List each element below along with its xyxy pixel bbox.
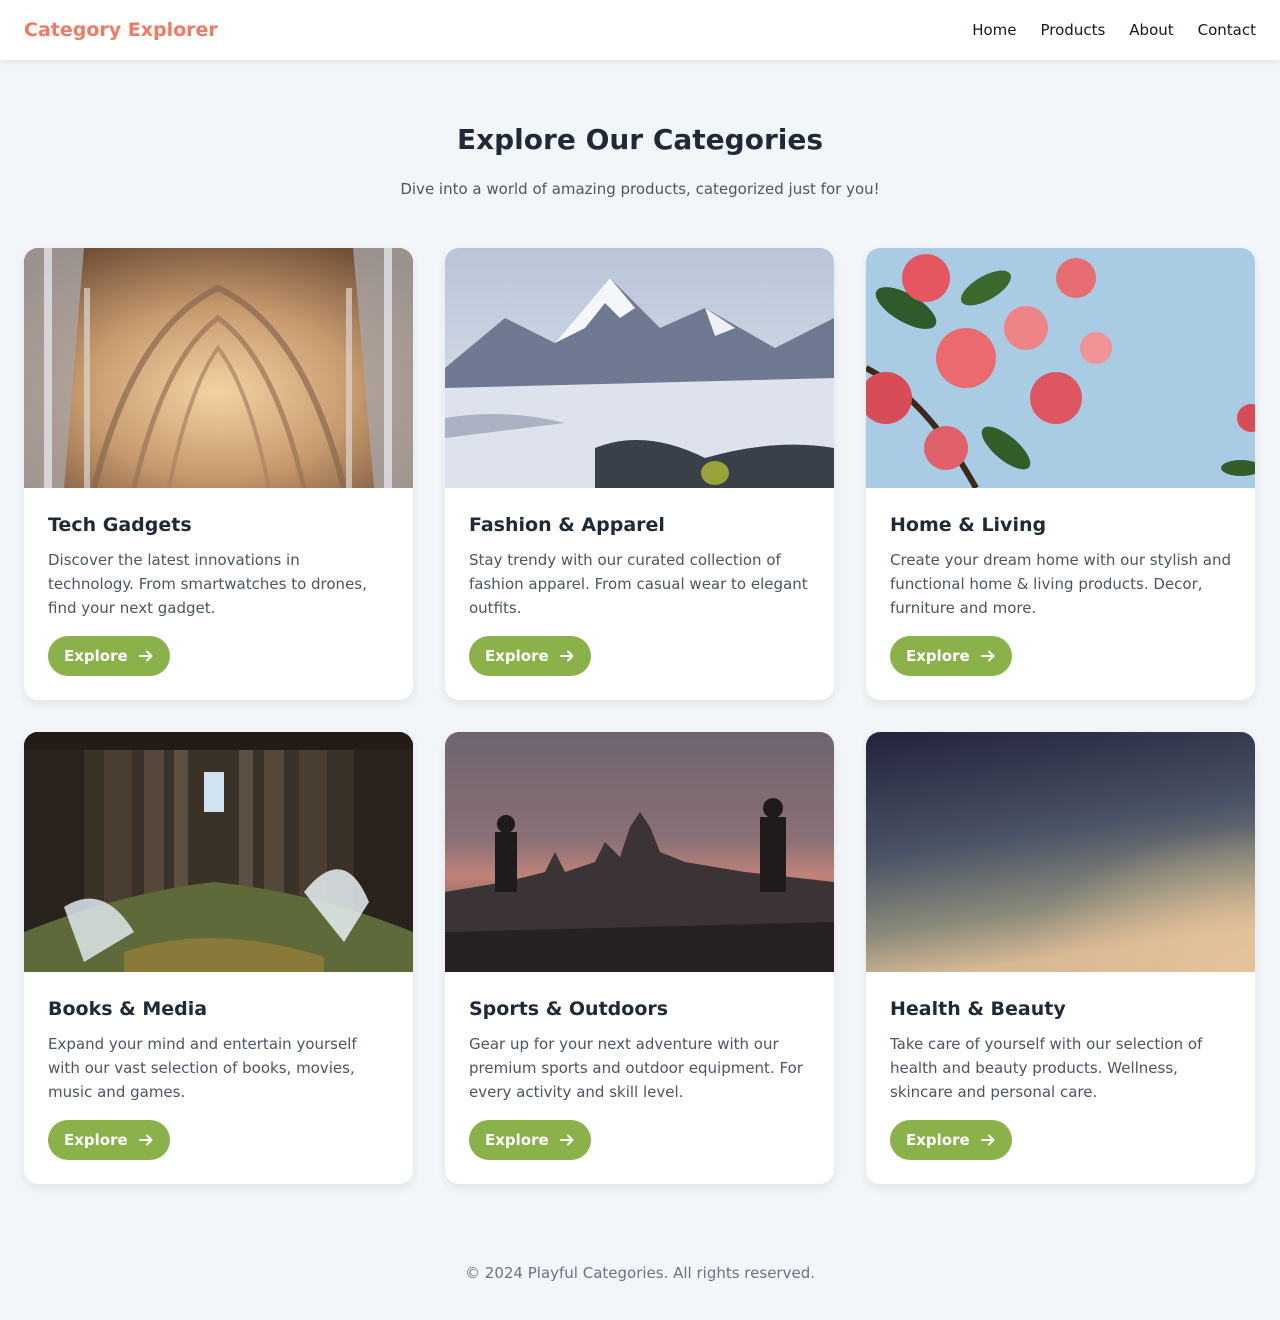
category-card-tech-gadgets: Tech Gadgets Discover the latest innovat… (24, 248, 413, 700)
explore-button-label: Explore (64, 1131, 128, 1149)
gradient-sky-image (866, 732, 1255, 972)
arrow-right-icon (559, 650, 574, 662)
card-body: Home & Living Create your dream home wit… (866, 488, 1255, 700)
nav-link-products[interactable]: Products (1041, 21, 1106, 39)
pink-flowers-image (866, 248, 1255, 488)
card-description: Stay trendy with our curated collection … (469, 551, 808, 617)
nav-links: Home Products About Contact (972, 21, 1256, 39)
explore-button[interactable]: Explore (48, 1120, 170, 1160)
explore-button-label: Explore (485, 1131, 549, 1149)
card-description: Discover the latest innovations in techn… (48, 551, 367, 617)
explore-button-label: Explore (906, 647, 970, 665)
category-card-sports-outdoors: Sports & Outdoors Gear up for your next … (445, 732, 834, 1184)
page-subtitle: Dive into a world of amazing products, c… (400, 180, 880, 198)
category-card-books-media: Books & Media Expand your mind and enter… (24, 732, 413, 1184)
card-title: Home & Living (890, 514, 1047, 536)
card-title: Sports & Outdoors (469, 998, 669, 1020)
card-body: Tech Gadgets Discover the latest innovat… (24, 488, 413, 700)
category-card-health-beauty: Health & Beauty Take care of yourself wi… (866, 732, 1255, 1184)
nav-link-home[interactable]: Home (972, 21, 1016, 39)
card-title: Health & Beauty (890, 998, 1066, 1020)
card-title: Books & Media (48, 998, 208, 1020)
footer-copyright: © 2024 Playful Categories. All rights re… (465, 1264, 815, 1282)
card-body: Books & Media Expand your mind and enter… (24, 972, 413, 1184)
card-title: Tech Gadgets (48, 514, 192, 536)
cathedral-arches-image (24, 248, 413, 488)
card-description: Expand your mind and entertain yourself … (48, 1035, 357, 1101)
nav-link-contact[interactable]: Contact (1198, 21, 1256, 39)
brand-logo-link[interactable]: Category Explorer (24, 19, 218, 41)
arrow-right-icon (980, 1134, 995, 1146)
card-description: Create your dream home with our stylish … (890, 551, 1231, 617)
category-card-fashion-apparel: Fashion & Apparel Stay trendy with our c… (445, 248, 834, 700)
explore-button-label: Explore (906, 1131, 970, 1149)
bridge-statues-dusk-image (445, 732, 834, 972)
explore-button[interactable]: Explore (890, 636, 1012, 676)
snowy-mountains-image (445, 248, 834, 488)
pier-pillars-image (24, 732, 413, 972)
footer: © 2024 Playful Categories. All rights re… (0, 1264, 1280, 1282)
card-body: Fashion & Apparel Stay trendy with our c… (445, 488, 834, 700)
hero-section: Explore Our Categories Dive into a world… (0, 60, 1280, 198)
page-title: Explore Our Categories (456, 123, 824, 156)
explore-button[interactable]: Explore (48, 636, 170, 676)
explore-button[interactable]: Explore (469, 1120, 591, 1160)
arrow-right-icon (980, 650, 995, 662)
card-body: Sports & Outdoors Gear up for your next … (445, 972, 834, 1184)
explore-button-label: Explore (64, 647, 128, 665)
explore-button[interactable]: Explore (469, 636, 591, 676)
arrow-right-icon (559, 1134, 574, 1146)
nav-link-about[interactable]: About (1129, 21, 1173, 39)
arrow-right-icon (138, 650, 153, 662)
card-body: Health & Beauty Take care of yourself wi… (866, 972, 1255, 1184)
category-card-home-living: Home & Living Create your dream home wit… (866, 248, 1255, 700)
card-description: Take care of yourself with our selection… (890, 1035, 1203, 1101)
card-title: Fashion & Apparel (469, 514, 665, 536)
category-grid: Tech Gadgets Discover the latest innovat… (0, 198, 1280, 1184)
arrow-right-icon (138, 1134, 153, 1146)
top-navbar: Category Explorer Home Products About Co… (0, 0, 1280, 60)
explore-button[interactable]: Explore (890, 1120, 1012, 1160)
explore-button-label: Explore (485, 647, 549, 665)
card-description: Gear up for your next adventure with our… (469, 1035, 803, 1101)
